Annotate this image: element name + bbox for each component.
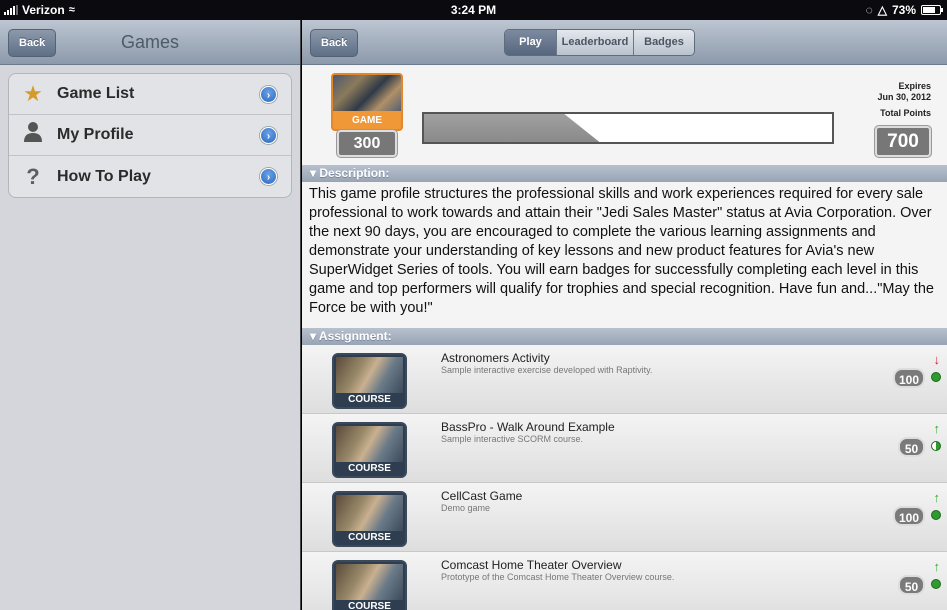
- assignment-title: CellCast Game: [441, 489, 523, 503]
- battery-percent: 73%: [891, 3, 916, 17]
- game-header: GAME 300 Expires Jun 30, 2012 Total Poin…: [302, 65, 947, 165]
- assignment-title: Comcast Home Theater Overview: [441, 558, 622, 572]
- game-detail-pane: Back Play Leaderboard Badges GAME 300 Ex…: [302, 20, 947, 610]
- games-menu: ★ Game List › My Profile › ? How To Play…: [8, 73, 292, 198]
- course-image: [336, 357, 403, 393]
- arrow-down-icon: ↓: [933, 352, 941, 367]
- assignment-list: COURSE Astronomers Activity Sample inter…: [302, 345, 947, 610]
- assignment-row-astronomers[interactable]: COURSE Astronomers Activity Sample inter…: [302, 345, 947, 414]
- game-image: [333, 75, 401, 111]
- course-image: [336, 495, 403, 531]
- status-in-progress-icon: [931, 441, 941, 451]
- total-points-badge: 700: [875, 126, 931, 157]
- expires-date: Jun 30, 2012: [877, 92, 931, 102]
- arrow-up-icon: ↑: [933, 490, 941, 505]
- menu-item-label: How To Play: [57, 167, 151, 185]
- collapse-triangle-icon: ▾: [310, 166, 317, 180]
- tab-leaderboard[interactable]: Leaderboard: [557, 30, 634, 55]
- assignment-subtitle: Sample interactive SCORM course.: [441, 434, 584, 444]
- sidebar-navbar: Back Games: [0, 20, 300, 65]
- tab-play[interactable]: Play: [505, 30, 557, 55]
- assignment-subtitle: Demo game: [441, 503, 491, 513]
- description-header-label: Description:: [319, 166, 390, 180]
- arrow-up-icon: ↑: [933, 421, 941, 436]
- course-thumbnail: COURSE: [332, 353, 407, 409]
- menu-item-game-list[interactable]: ★ Game List ›: [9, 74, 291, 115]
- total-points-label: Total Points: [880, 108, 931, 118]
- assignment-row-comcast[interactable]: COURSE Comcast Home Theater Overview Pro…: [302, 552, 947, 610]
- arrow-up-icon: ↑: [933, 559, 941, 574]
- menu-item-label: Game List: [57, 85, 135, 102]
- assignment-header[interactable]: ▾ Assignment:: [302, 328, 947, 345]
- course-thumbnail: COURSE: [332, 560, 407, 610]
- status-time: 3:24 PM: [450, 3, 497, 17]
- detail-navbar: Back Play Leaderboard Badges: [302, 20, 947, 65]
- progress-fill: [424, 114, 600, 142]
- assignment-points: 100: [893, 506, 925, 526]
- menu-item-label: My Profile: [57, 126, 134, 143]
- menu-item-my-profile[interactable]: My Profile ›: [9, 115, 291, 156]
- points-progress-bar: [422, 112, 834, 144]
- collapse-triangle-icon: ▾: [310, 329, 317, 343]
- assignment-header-label: Assignment:: [318, 329, 392, 343]
- assignment-subtitle: Sample interactive exercise developed wi…: [441, 365, 653, 375]
- status-complete-icon: [931, 510, 941, 520]
- lock-rotation-icon: ◌: [865, 3, 873, 17]
- disclosure-icon[interactable]: ›: [260, 86, 277, 103]
- airplay-icon: △: [877, 3, 887, 17]
- course-tag: COURSE: [348, 601, 391, 610]
- tab-badges[interactable]: Badges: [634, 30, 694, 55]
- expires-label: Expires: [898, 81, 931, 91]
- person-icon: [9, 121, 57, 149]
- course-image: [336, 426, 403, 462]
- course-image: [336, 564, 403, 600]
- assignment-points: 50: [898, 437, 925, 457]
- assignment-points: 100: [893, 368, 925, 388]
- star-icon: ★: [23, 81, 43, 106]
- view-segmented-control: Play Leaderboard Badges: [504, 29, 695, 56]
- games-sidebar: Back Games ★ Game List › My Profile › ? …: [0, 20, 301, 610]
- disclosure-icon[interactable]: ›: [260, 127, 277, 144]
- assignment-points: 50: [898, 575, 925, 595]
- assignment-row-basspro[interactable]: COURSE BassPro - Walk Around Example Sam…: [302, 414, 947, 483]
- question-icon: ?: [26, 163, 40, 189]
- status-complete-icon: [931, 579, 941, 589]
- assignment-title: BassPro - Walk Around Example: [441, 420, 615, 434]
- detail-back-button[interactable]: Back: [310, 29, 359, 57]
- description-text: This game profile structures the profess…: [302, 182, 947, 328]
- current-points-badge: 300: [337, 130, 397, 157]
- assignment-subtitle: Prototype of the Comcast Home Theater Ov…: [441, 572, 675, 582]
- expires-block: Expires Jun 30, 2012 Total Points: [877, 81, 931, 119]
- course-tag: COURSE: [348, 463, 391, 474]
- battery-icon: [921, 5, 943, 15]
- assignment-title: Astronomers Activity: [441, 351, 550, 365]
- course-tag: COURSE: [348, 532, 391, 543]
- assignment-row-cellcast[interactable]: COURSE CellCast Game Demo game 100 ↑: [302, 483, 947, 552]
- game-tag: GAME: [352, 115, 382, 126]
- disclosure-icon[interactable]: ›: [260, 168, 277, 185]
- description-header[interactable]: ▾ Description:: [302, 165, 947, 182]
- game-thumbnail: GAME: [331, 73, 403, 131]
- status-bar: Verizon ≈ 3:24 PM ◌ △ 73%: [0, 0, 947, 20]
- course-tag: COURSE: [348, 394, 391, 405]
- sidebar-title: Games: [120, 32, 180, 52]
- menu-item-how-to-play[interactable]: ? How To Play ›: [9, 156, 291, 197]
- course-thumbnail: COURSE: [332, 422, 407, 478]
- status-complete-icon: [931, 372, 941, 382]
- course-thumbnail: COURSE: [332, 491, 407, 547]
